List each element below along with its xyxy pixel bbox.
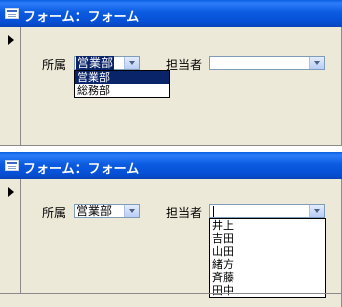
dropdown-option[interactable]: 田中 bbox=[210, 284, 325, 297]
window-bottom-border bbox=[0, 145, 342, 146]
dropdown-option[interactable]: 斉藤 bbox=[210, 271, 325, 284]
dropdown-option[interactable]: 緒方 bbox=[210, 258, 325, 271]
current-record-arrow-icon bbox=[8, 35, 14, 45]
dropdown-option[interactable]: 営業部 bbox=[75, 71, 169, 84]
window-title: フォーム：フォーム bbox=[23, 162, 140, 177]
dropdown-option[interactable]: 山田 bbox=[210, 245, 325, 258]
form-window-icon[interactable] bbox=[5, 8, 19, 19]
dropdown-option[interactable]: 吉田 bbox=[210, 232, 325, 245]
record-selector[interactable] bbox=[0, 179, 21, 293]
dropdown-option[interactable]: 井上 bbox=[210, 219, 325, 232]
person-dropdown-list: 井上 吉田 山田 緒方 斉藤 田中 bbox=[209, 218, 326, 298]
dept-dropdown-list: 営業部 総務部 bbox=[74, 70, 170, 98]
form-window-top: フォーム：フォーム 所属 営業部 担当者 営業部 総務部 bbox=[0, 0, 342, 146]
chevron-down-icon[interactable] bbox=[309, 205, 324, 217]
person-combobox[interactable] bbox=[209, 204, 325, 218]
dept-label: 所属 bbox=[42, 58, 67, 72]
form-window-bottom: フォーム：フォーム 所属 営業部 担当者 井上 吉田 山田 緒方 斉藤 田中 bbox=[0, 152, 342, 307]
dept-label: 所属 bbox=[42, 206, 67, 220]
dept-combobox[interactable]: 営業部 bbox=[74, 56, 140, 70]
chevron-down-icon[interactable] bbox=[124, 205, 139, 217]
record-selector[interactable] bbox=[0, 27, 21, 146]
dropdown-option[interactable]: 総務部 bbox=[75, 84, 169, 97]
person-combobox[interactable] bbox=[209, 56, 325, 70]
dept-combobox[interactable]: 営業部 bbox=[74, 204, 140, 218]
window-title: フォーム：フォーム bbox=[23, 10, 140, 25]
chevron-down-icon[interactable] bbox=[309, 57, 324, 69]
chevron-down-icon[interactable] bbox=[124, 57, 139, 69]
form-window-icon[interactable] bbox=[5, 160, 19, 171]
current-record-arrow-icon bbox=[8, 187, 14, 197]
title-bar[interactable]: フォーム：フォーム bbox=[0, 0, 342, 27]
person-label: 担当者 bbox=[166, 58, 203, 72]
window-bottom-border bbox=[0, 293, 342, 294]
dept-combobox-value: 営業部 bbox=[76, 56, 115, 70]
person-label: 担当者 bbox=[166, 206, 203, 220]
text-caret bbox=[213, 206, 214, 217]
title-bar[interactable]: フォーム：フォーム bbox=[0, 152, 342, 179]
dept-combobox-value: 営業部 bbox=[76, 204, 113, 218]
